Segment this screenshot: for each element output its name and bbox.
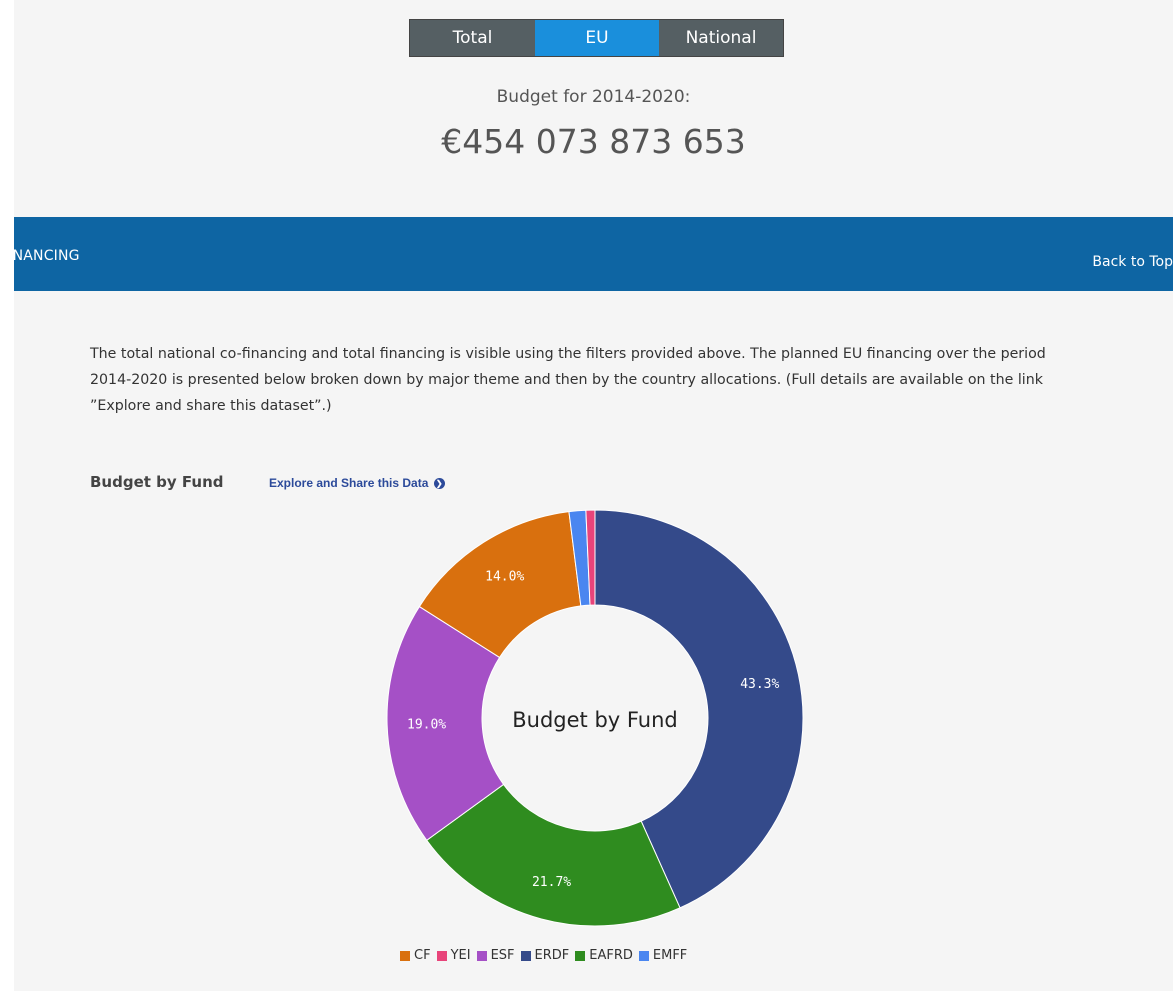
legend-item-eafrd[interactable]: EAFRD: [575, 948, 633, 963]
legend-item-yei[interactable]: YEI: [436, 948, 471, 963]
slice-label-erdf: 43.3%: [740, 677, 779, 692]
legend-item-erdf[interactable]: ERDF: [520, 948, 570, 963]
legend-swatch: [575, 950, 586, 961]
legend-swatch: [436, 950, 447, 961]
legend-label: EAFRD: [589, 948, 633, 963]
legend-item-esf[interactable]: ESF: [476, 948, 515, 963]
legend-swatch: [520, 950, 531, 961]
legend-label: YEI: [450, 948, 471, 963]
donut-chart: 43.3% 21.7% 19.0% 14.0% Budget by Fund: [386, 509, 804, 927]
legend-label: ERDF: [534, 948, 570, 963]
legend-item-cf[interactable]: CF: [400, 948, 431, 963]
slice-label-eafrd: 21.7%: [532, 875, 571, 890]
legend-item-emff[interactable]: EMFF: [638, 948, 688, 963]
slice-label-esf: 19.0%: [407, 717, 446, 732]
legend-swatch: [476, 950, 487, 961]
chart-legend: CF YEI ESF ERDF EAFRD EMFF: [400, 948, 693, 963]
slice-label-cf: 14.0%: [485, 570, 524, 585]
donut-center-title: Budget by Fund: [512, 708, 678, 732]
legend-swatch: [400, 950, 410, 961]
legend-label: EMFF: [652, 948, 688, 963]
legend-label: CF: [414, 948, 431, 963]
page-container: Total EU National Budget for 2014-2020: …: [0, 0, 1173, 991]
legend-swatch: [638, 950, 649, 961]
legend-label: ESF: [490, 948, 515, 963]
